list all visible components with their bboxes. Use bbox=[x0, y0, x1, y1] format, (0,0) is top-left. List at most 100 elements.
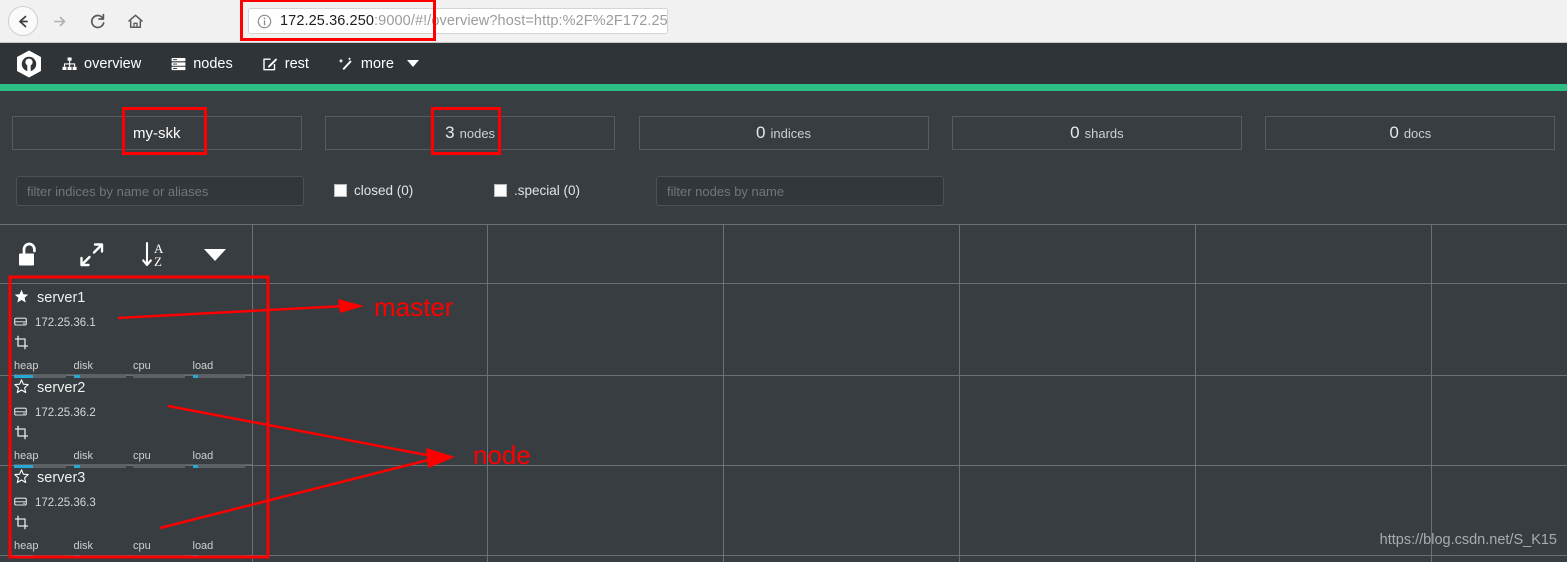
cluster-table: A Z server1 172.25.36.1 heap disk cpu lo… bbox=[0, 224, 1567, 562]
nav-item-more-label: more bbox=[360, 55, 394, 72]
node-name-server2: server2 bbox=[37, 380, 86, 396]
url-path: :9000/#!/overview?host=http:%2F%2F172.25… bbox=[374, 13, 668, 29]
shards-count-value: 0 bbox=[1070, 123, 1080, 142]
node-card-server1[interactable]: server1 172.25.36.1 heap disk cpu load bbox=[14, 288, 252, 378]
node-ip-row-server1: 172.25.36.1 bbox=[14, 315, 252, 331]
magic-wand-icon bbox=[338, 56, 354, 71]
server-icon bbox=[171, 57, 186, 71]
cluster-health-bar bbox=[0, 84, 1567, 91]
arrow-left-icon bbox=[15, 13, 32, 30]
metric-heap-server2: heap bbox=[14, 450, 74, 468]
expand-arrows-icon[interactable] bbox=[78, 241, 106, 269]
metric-load-fill bbox=[192, 555, 199, 558]
node-ip-server2: 172.25.36.2 bbox=[35, 407, 96, 419]
star-outline-icon[interactable] bbox=[14, 468, 29, 488]
stat-card-docs: 0 docs bbox=[1265, 116, 1556, 150]
nav-item-nodes[interactable]: nodes bbox=[171, 56, 233, 72]
node-roles-server1 bbox=[14, 335, 252, 355]
star-filled-icon[interactable] bbox=[14, 289, 29, 308]
stat-cell-cluster-name: my-skk bbox=[0, 107, 313, 156]
metric-heap-server1: heap bbox=[14, 360, 74, 378]
watermark: https://blog.csdn.net/S_K15 bbox=[1379, 532, 1557, 548]
metric-heap-track bbox=[14, 555, 66, 558]
table-options-chevron-down-icon[interactable] bbox=[204, 249, 226, 261]
metric-load-label: load bbox=[192, 540, 214, 552]
metric-cpu-server2: cpu bbox=[133, 450, 193, 468]
metric-disk-fill bbox=[73, 555, 81, 558]
node-ip-row-server2: 172.25.36.2 bbox=[14, 405, 252, 421]
table-col-divider-1 bbox=[487, 224, 488, 562]
table-header-divider bbox=[0, 283, 1567, 284]
node-title-server2: server2 bbox=[14, 378, 252, 398]
url-host: 172.25.36.250 bbox=[280, 13, 375, 29]
closed-indices-checkbox[interactable] bbox=[334, 184, 347, 197]
stat-cell-nodes: 3 nodes bbox=[313, 107, 626, 156]
metric-disk-server1: disk bbox=[73, 360, 134, 378]
node-metrics-server1: heap disk cpu load bbox=[14, 360, 252, 378]
sitemap-icon bbox=[62, 57, 77, 71]
filter-indices-input[interactable] bbox=[16, 176, 304, 206]
table-col-divider-4 bbox=[1195, 224, 1196, 562]
special-indices-checkbox[interactable] bbox=[494, 184, 507, 197]
edit-square-icon bbox=[263, 57, 278, 71]
back-button[interactable] bbox=[8, 6, 38, 36]
metric-heap-fill bbox=[14, 555, 33, 558]
special-indices-checkbox-group[interactable]: .special (0) bbox=[494, 183, 580, 198]
filters-row: closed (0) .special (0) bbox=[0, 172, 1567, 212]
closed-indices-checkbox-group[interactable]: closed (0) bbox=[334, 183, 413, 198]
docs-count-label: docs bbox=[1403, 125, 1432, 141]
metric-cpu-label: cpu bbox=[133, 360, 151, 372]
special-indices-label: .special (0) bbox=[514, 183, 581, 198]
node-card-server2[interactable]: server2 172.25.36.2 heap disk cpu load bbox=[14, 378, 252, 468]
cluster-name-value: my-skk bbox=[132, 124, 181, 142]
home-icon bbox=[126, 12, 145, 31]
stat-cell-docs: 0 docs bbox=[1254, 110, 1567, 156]
node-ip-row-server3: 172.25.36.3 bbox=[14, 495, 252, 511]
info-circle-icon[interactable] bbox=[257, 14, 272, 29]
nav-item-nodes-label: nodes bbox=[193, 55, 233, 72]
metric-cpu-server3: cpu bbox=[133, 540, 193, 558]
metric-load-track bbox=[192, 555, 245, 558]
nodes-count-label: nodes bbox=[459, 125, 496, 141]
metric-heap-label: heap bbox=[14, 450, 39, 462]
reload-button[interactable] bbox=[80, 4, 114, 38]
nav-item-more[interactable]: more bbox=[338, 55, 419, 72]
browser-toolbar: 172.25.36.250:9000/#!/overview?host=http… bbox=[0, 0, 1567, 43]
unlock-icon[interactable] bbox=[16, 241, 44, 269]
forward-button[interactable] bbox=[42, 4, 76, 38]
node-name-server1: server1 bbox=[37, 290, 86, 306]
table-col-divider-5 bbox=[1431, 224, 1432, 562]
stat-cell-indices: 0 indices bbox=[627, 110, 940, 156]
stat-card-shards: 0 shards bbox=[951, 116, 1242, 150]
sort-alpha-down-icon[interactable]: A Z bbox=[140, 240, 170, 270]
star-outline-icon[interactable] bbox=[14, 378, 29, 398]
closed-indices-label: closed (0) bbox=[354, 183, 414, 198]
address-bar-wrapper: 172.25.36.250:9000/#!/overview?host=http… bbox=[240, 0, 668, 41]
metric-heap-server3: heap bbox=[14, 540, 74, 558]
cerebro-logo-icon[interactable] bbox=[14, 49, 44, 79]
chevron-down-icon bbox=[406, 60, 419, 67]
metric-load-server2: load bbox=[192, 450, 253, 468]
metric-disk-label: disk bbox=[73, 360, 94, 372]
metric-load-server3: load bbox=[192, 540, 253, 558]
nav-item-overview[interactable]: overview bbox=[62, 56, 141, 72]
node-card-server3[interactable]: server3 172.25.36.3 heap disk cpu load bbox=[14, 468, 252, 558]
stat-card-cluster-name: my-skk bbox=[11, 116, 302, 150]
metric-disk-label: disk bbox=[73, 450, 94, 462]
filter-nodes-input[interactable] bbox=[656, 176, 944, 206]
hdd-icon bbox=[14, 406, 27, 420]
hdd-icon bbox=[14, 496, 27, 510]
indices-count-label: indices bbox=[770, 125, 811, 141]
metric-heap-label: heap bbox=[14, 540, 39, 552]
metric-disk-track bbox=[73, 555, 126, 558]
address-bar[interactable]: 172.25.36.250:9000/#!/overview?host=http… bbox=[248, 8, 668, 34]
docs-count-value: 0 bbox=[1389, 123, 1399, 142]
home-button[interactable] bbox=[118, 4, 152, 38]
nav-item-rest[interactable]: rest bbox=[263, 56, 309, 72]
node-card-separator-1 bbox=[14, 374, 252, 375]
node-card-separator-2 bbox=[14, 464, 252, 465]
data-node-icon bbox=[14, 335, 29, 355]
metric-disk-label: disk bbox=[73, 540, 94, 552]
table-col-divider-3 bbox=[959, 224, 960, 562]
nav-item-rest-label: rest bbox=[284, 55, 309, 72]
